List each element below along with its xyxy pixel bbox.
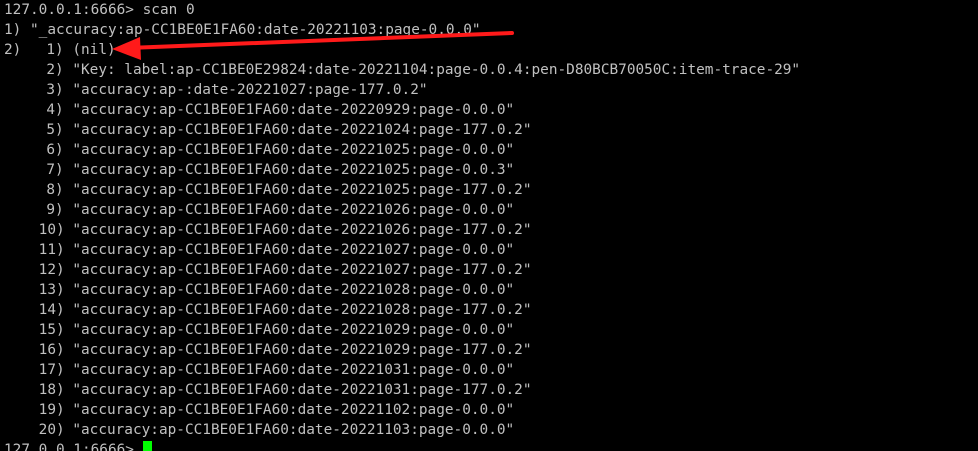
row-value: "accuracy:ap-CC1BE0E1FA60:date-20221026:… [72, 202, 515, 218]
row-value: "accuracy:ap-CC1BE0E1FA60:date-20221102:… [72, 402, 515, 418]
row-index: 18) [38, 382, 65, 398]
row-index: 13) [38, 282, 65, 298]
row-value: "Key: label:ap-CC1BE0E29824:date-2022110… [72, 62, 801, 78]
result-row: 11) "accuracy:ap-CC1BE0E1FA60:date-20221… [4, 240, 515, 260]
row-index: 7) [46, 162, 64, 178]
result-row: 15) "accuracy:ap-CC1BE0E1FA60:date-20221… [4, 320, 515, 340]
row-value: "accuracy:ap-CC1BE0E1FA60:date-20221103:… [72, 422, 515, 438]
row-index: 3) [46, 82, 64, 98]
command-text: scan 0 [142, 2, 195, 18]
row-index: 19) [38, 402, 65, 418]
result-row: 2) 1) (nil) [4, 40, 116, 60]
row-value: "accuracy:ap-CC1BE0E1FA60:date-20221026:… [72, 222, 532, 238]
scan-cursor-value: "_accuracy:ap-CC1BE0E1FA60:date-20221103… [30, 22, 481, 38]
result-row: 16) "accuracy:ap-CC1BE0E1FA60:date-20221… [4, 340, 532, 360]
result-row: 8) "accuracy:ap-CC1BE0E1FA60:date-202210… [4, 180, 532, 200]
terminal-window[interactable]: 127.0.0.1:6666> scan 0 1) "_accuracy:ap-… [0, 0, 978, 451]
row-value: "accuracy:ap-CC1BE0E1FA60:date-20221029:… [72, 322, 515, 338]
row-index: 12) [38, 262, 65, 278]
row-value: "accuracy:ap-CC1BE0E1FA60:date-20221029:… [72, 342, 532, 358]
row-index: 4) [46, 102, 64, 118]
result-row: 19) "accuracy:ap-CC1BE0E1FA60:date-20221… [4, 400, 515, 420]
result-row: 20) "accuracy:ap-CC1BE0E1FA60:date-20221… [4, 420, 515, 440]
text-cursor [142, 441, 152, 451]
command-line: 127.0.0.1:6666> scan 0 [4, 0, 195, 20]
row-value: "accuracy:ap-CC1BE0E1FA60:date-20221025:… [72, 162, 515, 178]
row-index: 8) [46, 182, 64, 198]
row-value: (nil) [72, 42, 116, 58]
row-index: 11) [38, 242, 65, 258]
result-row: 5) "accuracy:ap-CC1BE0E1FA60:date-202210… [4, 120, 532, 140]
result-row: 7) "accuracy:ap-CC1BE0E1FA60:date-202210… [4, 160, 514, 180]
scan-cursor-row: 1) "_accuracy:ap-CC1BE0E1FA60:date-20221… [4, 20, 481, 40]
result-row: 13) "accuracy:ap-CC1BE0E1FA60:date-20221… [4, 280, 515, 300]
row-index: 16) [38, 342, 65, 358]
result-row: 9) "accuracy:ap-CC1BE0E1FA60:date-202210… [4, 200, 514, 220]
row-value: "accuracy:ap-CC1BE0E1FA60:date-20221025:… [72, 142, 515, 158]
result-row: 4) "accuracy:ap-CC1BE0E1FA60:date-202209… [4, 100, 514, 120]
row-index: 14) [38, 302, 65, 318]
keys-section-label: 2) [4, 42, 22, 58]
row-value: "accuracy:ap-CC1BE0E1FA60:date-20221027:… [72, 262, 532, 278]
row-value: "accuracy:ap-CC1BE0E1FA60:date-20220929:… [72, 102, 515, 118]
row-value: "accuracy:ap-CC1BE0E1FA60:date-20221031:… [72, 382, 532, 398]
row-index: 9) [46, 202, 64, 218]
row-value: "accuracy:ap-CC1BE0E1FA60:date-20221024:… [72, 122, 532, 138]
prompt: 127.0.0.1:6666> [4, 442, 134, 451]
row-index: 17) [38, 362, 65, 378]
result-row: 10) "accuracy:ap-CC1BE0E1FA60:date-20221… [4, 220, 532, 240]
result-row: 18) "accuracy:ap-CC1BE0E1FA60:date-20221… [4, 380, 532, 400]
row-index: 2) [46, 62, 64, 78]
result-row: 14) "accuracy:ap-CC1BE0E1FA60:date-20221… [4, 300, 532, 320]
scan-cursor-label: 1) [4, 22, 22, 38]
row-value: "accuracy:ap-CC1BE0E1FA60:date-20221031:… [72, 362, 515, 378]
row-value: "accuracy:ap-CC1BE0E1FA60:date-20221027:… [72, 242, 515, 258]
row-index: 10) [38, 222, 65, 238]
row-value: "accuracy:ap-:date-20221027:page-177.0.2… [72, 82, 428, 98]
row-index: 20) [38, 422, 65, 438]
result-row: 3) "accuracy:ap-:date-20221027:page-177.… [4, 80, 428, 100]
row-index: 5) [46, 122, 64, 138]
row-value: "accuracy:ap-CC1BE0E1FA60:date-20221025:… [72, 182, 532, 198]
row-value: "accuracy:ap-CC1BE0E1FA60:date-20221028:… [72, 282, 515, 298]
row-index: 1) [46, 42, 64, 58]
result-row: 6) "accuracy:ap-CC1BE0E1FA60:date-202210… [4, 140, 514, 160]
result-row: 2) "Key: label:ap-CC1BE0E29824:date-2022… [4, 60, 800, 80]
row-index: 15) [38, 322, 65, 338]
row-index: 6) [46, 142, 64, 158]
result-row: 17) "accuracy:ap-CC1BE0E1FA60:date-20221… [4, 360, 515, 380]
prompt: 127.0.0.1:6666> [4, 2, 134, 18]
row-value: "accuracy:ap-CC1BE0E1FA60:date-20221028:… [72, 302, 532, 318]
prompt-line[interactable]: 127.0.0.1:6666> [4, 440, 152, 451]
result-row: 12) "accuracy:ap-CC1BE0E1FA60:date-20221… [4, 260, 532, 280]
